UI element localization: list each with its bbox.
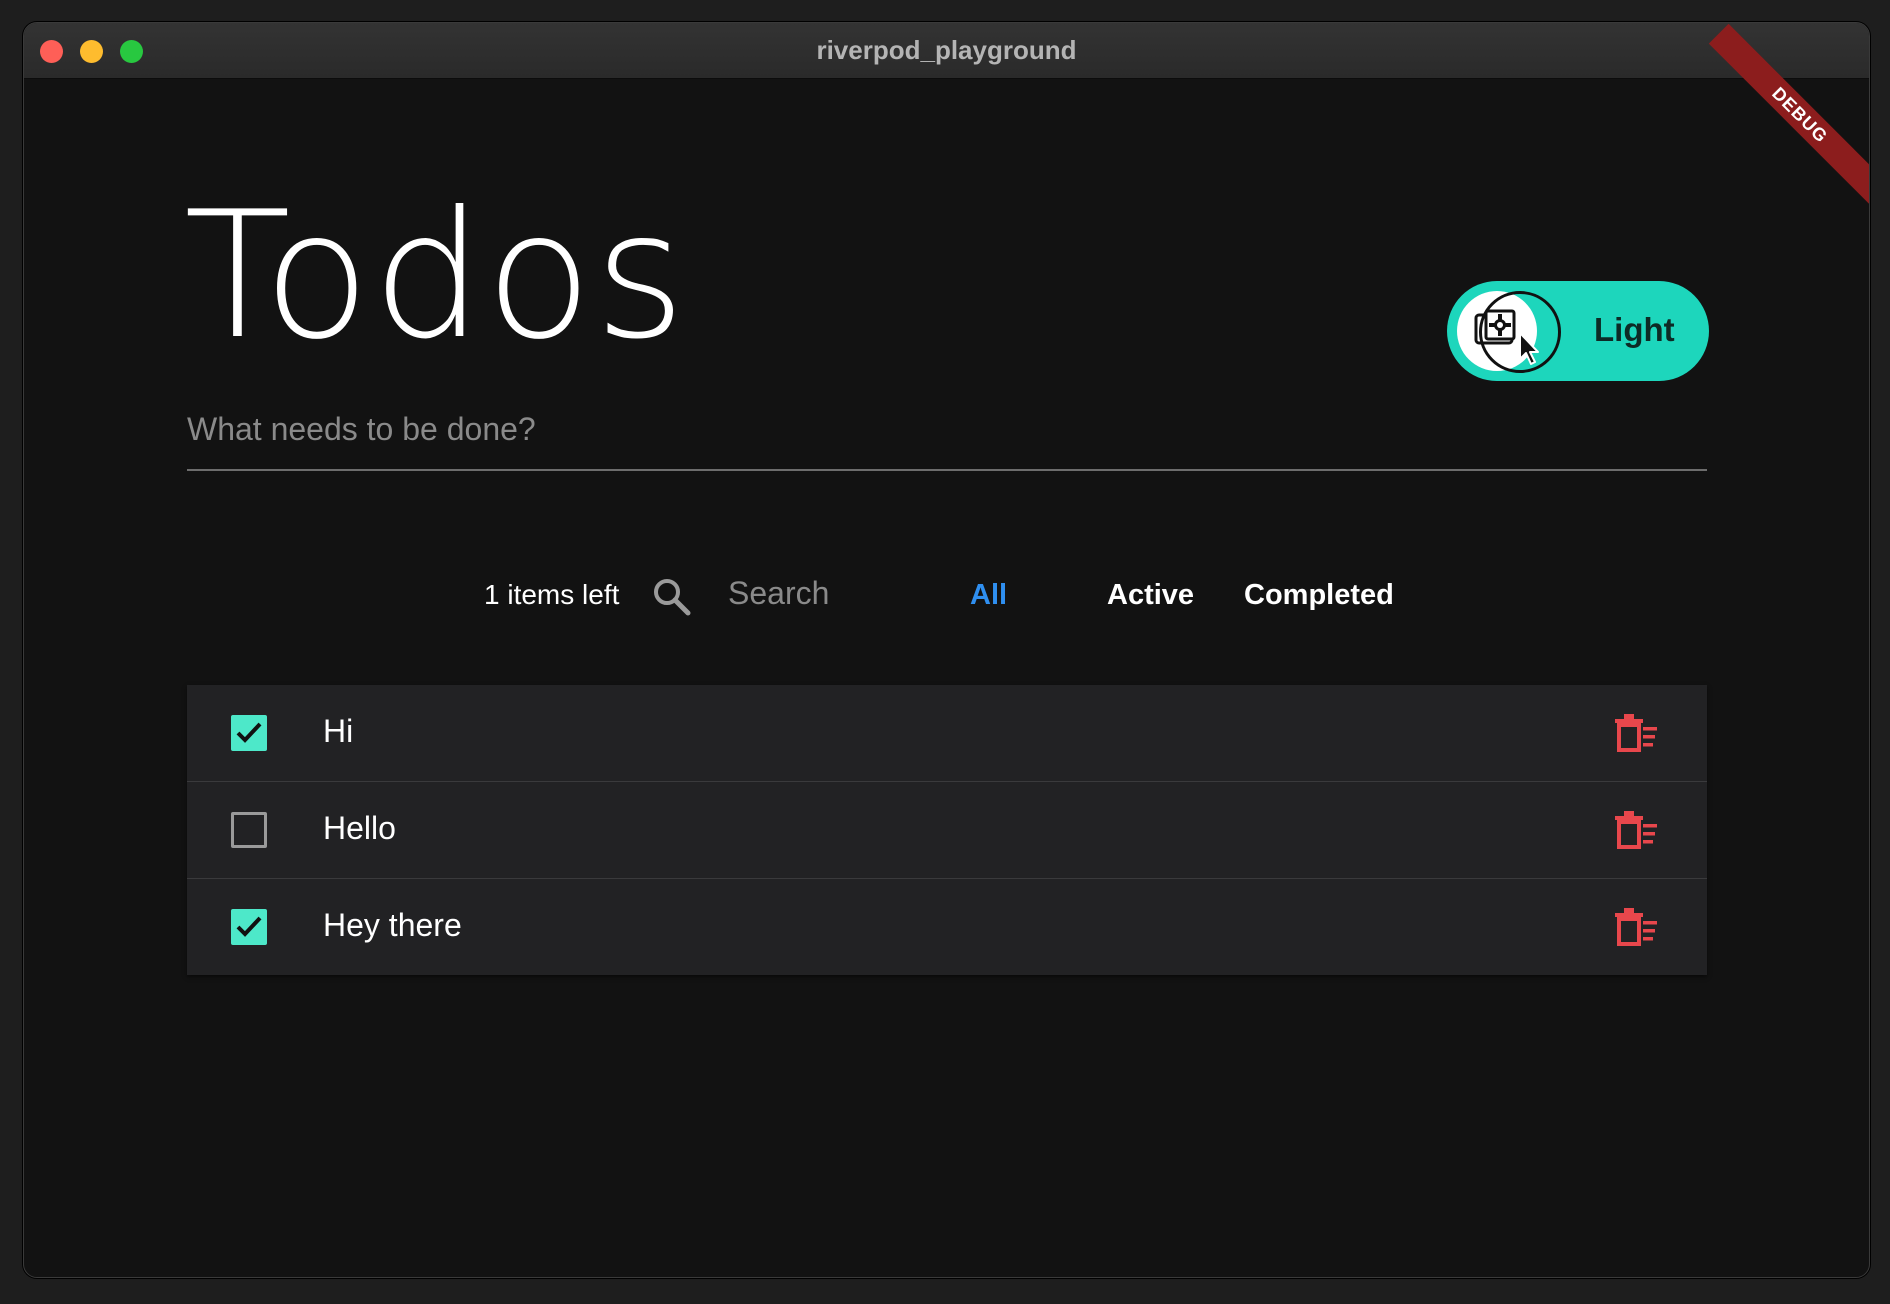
app-window: riverpod_playground DEBUG Todos Light Wh… [23, 22, 1870, 1278]
mouse-pointer-icon [1519, 332, 1539, 365]
delete-sweep-icon[interactable] [1615, 810, 1657, 850]
todo-text[interactable]: Hey there [323, 907, 462, 944]
checkmark-icon [236, 722, 262, 743]
filter-toolbar: 1 items left All Active Completed [24, 569, 1869, 629]
todo-checkbox-checked[interactable] [231, 909, 267, 945]
theme-toggle-button[interactable]: Light [1447, 281, 1709, 381]
page-title: Todos [184, 175, 688, 378]
brightness-auto-icon [1474, 309, 1516, 345]
todo-checkbox-unchecked[interactable] [231, 812, 267, 848]
search-input[interactable] [728, 575, 918, 612]
window-title: riverpod_playground [816, 35, 1077, 65]
todo-text[interactable]: Hello [323, 810, 396, 847]
todo-item[interactable]: Hey there [187, 879, 1707, 975]
new-todo-input[interactable] [187, 411, 1707, 448]
delete-sweep-icon[interactable] [1615, 713, 1657, 753]
todo-list: Hi Hello Hey there [187, 685, 1707, 975]
theme-toggle-label: Light [1594, 311, 1675, 348]
filter-completed-tab[interactable]: Completed [1244, 579, 1394, 612]
search-icon [654, 579, 691, 616]
filter-active-tab[interactable]: Active [1107, 579, 1194, 612]
new-todo-field[interactable] [187, 399, 1707, 471]
title-bar[interactable]: riverpod_playground [24, 23, 1869, 79]
delete-sweep-icon[interactable] [1615, 907, 1657, 947]
todo-item[interactable]: Hello [187, 782, 1707, 879]
filter-all-tab[interactable]: All [970, 579, 1007, 612]
items-left-count: 1 items left [484, 579, 620, 610]
main-content: Todos Light 1 items left [24, 79, 1869, 1277]
todo-text[interactable]: Hi [323, 713, 353, 750]
checkmark-icon [236, 916, 262, 937]
todo-item[interactable]: Hi [187, 685, 1707, 782]
todo-checkbox-checked[interactable] [231, 715, 267, 751]
